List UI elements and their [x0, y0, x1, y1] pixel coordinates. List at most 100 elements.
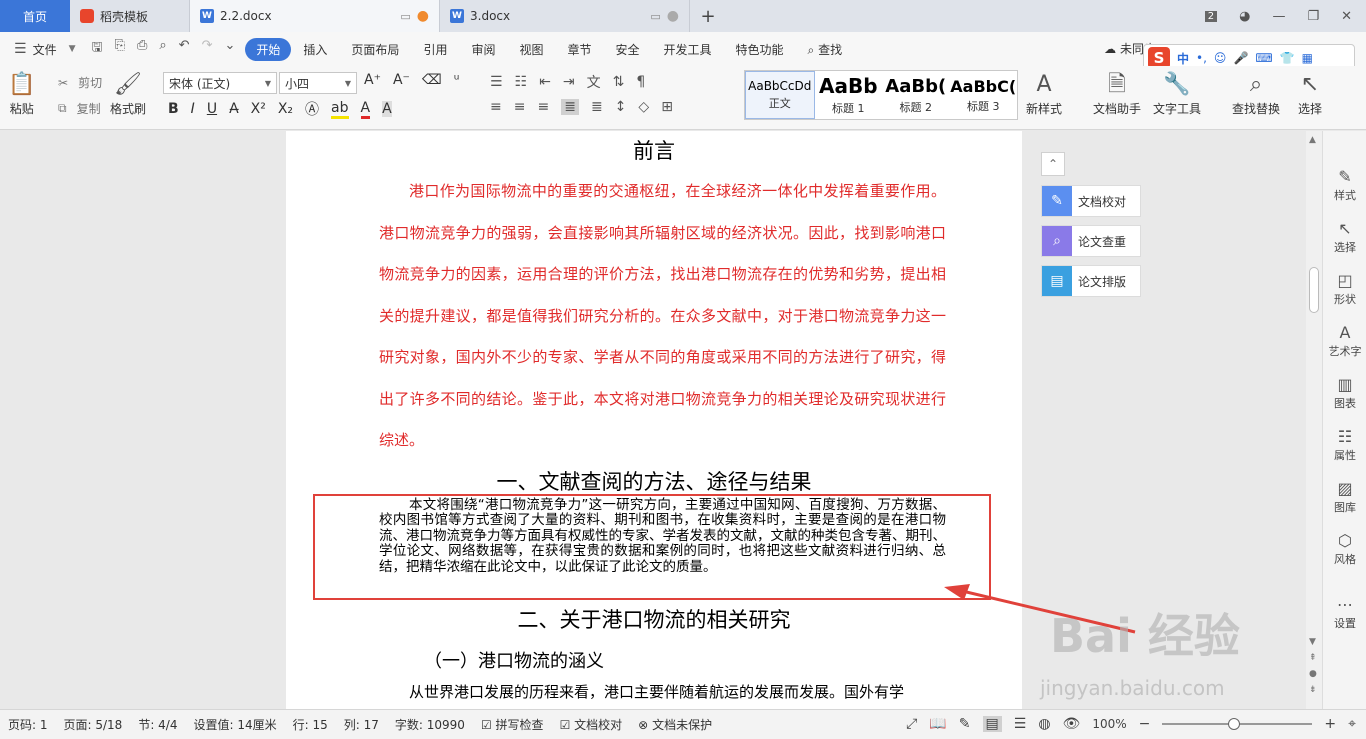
minimize-icon[interactable]: — [1272, 9, 1285, 24]
pen-icon[interactable]: ✎ [959, 716, 971, 732]
zoom-in-icon[interactable]: + [1324, 716, 1336, 732]
protect-status[interactable]: ⊗ 文档未保护 [630, 716, 720, 733]
page-view-icon[interactable]: ▤ [982, 716, 1002, 732]
zoom-slider[interactable] [1162, 718, 1313, 730]
paper-check-button[interactable]: ⌕ 论文查重 [1041, 225, 1141, 257]
font-color-icon[interactable]: A [360, 100, 371, 119]
doc-proofread-status-button[interactable]: ☑ 文档校对 [552, 716, 631, 733]
next-page-icon[interactable]: ⇟ [1309, 685, 1317, 695]
font-name-select[interactable]: 宋体 (正文) ▼ [163, 72, 277, 94]
font-size-select[interactable]: 小四 ▼ [279, 72, 357, 94]
tool-gallery[interactable]: ▨ 图库 [1323, 479, 1366, 515]
align-right-icon[interactable]: ≡ [537, 99, 549, 115]
undo-icon[interactable]: ↶ [179, 38, 190, 60]
skin-icon[interactable]: 👕 [1280, 51, 1295, 65]
highlight-icon[interactable]: ab [331, 100, 349, 119]
style-normal[interactable]: AaBbCcDd 正文 [745, 71, 815, 119]
status-word-count[interactable]: 字数: 10990 [387, 716, 473, 733]
doc-assistant-button[interactable]: 🗎 文档助手 [1093, 70, 1141, 117]
text-tools-button[interactable]: 🔧 文字工具 [1153, 70, 1201, 117]
underline-icon[interactable]: U [207, 101, 217, 117]
zoom-out-icon[interactable]: − [1139, 716, 1151, 732]
sort-icon[interactable]: ⇅ [613, 74, 625, 90]
distribute-icon[interactable]: ≣ [591, 99, 603, 115]
doc-proofread-button[interactable]: ✎ 文档校对 [1041, 185, 1141, 217]
tool-theme[interactable]: ⬡ 风格 [1323, 531, 1366, 567]
tool-select[interactable]: ↖ 选择 [1323, 219, 1366, 255]
tool-properties[interactable]: ☷ 属性 [1323, 427, 1366, 463]
prev-page-icon[interactable]: ⇞ [1309, 653, 1317, 663]
select-button[interactable]: ↖ 选择 [1298, 70, 1322, 117]
clear-format-icon[interactable]: ⌫ [422, 72, 442, 88]
scroll-up-icon[interactable]: ▲ [1309, 135, 1316, 145]
tab-home[interactable]: 首页 [0, 0, 70, 32]
menu-references[interactable]: 引用 [411, 41, 459, 58]
align-center-icon[interactable]: ≡ [514, 99, 526, 115]
fullscreen-icon[interactable]: ⤢ [906, 716, 917, 732]
ime-punct[interactable]: •, [1196, 51, 1207, 65]
char-shading-icon[interactable]: A [382, 101, 392, 117]
tool-shape[interactable]: ◰ 形状 [1323, 271, 1366, 307]
close-icon[interactable]: ✕ [1341, 9, 1352, 24]
menu-features[interactable]: 特色功能 [724, 41, 796, 58]
fit-width-icon[interactable]: ⌖ [1348, 716, 1356, 732]
menu-security[interactable]: 安全 [604, 41, 652, 58]
new-tab-button[interactable]: + [690, 0, 726, 32]
screen-icon[interactable]: ▭ [400, 10, 410, 23]
avatar[interactable]: ◕ [1239, 9, 1250, 24]
spell-check-button[interactable]: ☑ 拼写检查 [473, 716, 552, 733]
body-paragraph[interactable]: 从世界港口发展的历程来看，港口主要伴随着航运的发展而发展。国外有学 [379, 681, 946, 702]
toolbox-icon[interactable]: ▦ [1302, 51, 1313, 65]
border-icon[interactable]: ⊞ [661, 99, 673, 115]
style-heading-2[interactable]: AaBb( 标题 2 [882, 71, 950, 119]
tab-doc-2-2[interactable]: W 2.2.docx ▭ ● [190, 0, 440, 32]
chevron-down-icon[interactable]: ▼ [69, 44, 76, 54]
status-section[interactable]: 节: 4/4 [130, 716, 185, 733]
status-page[interactable]: 页面: 5/18 [56, 716, 131, 733]
bullet-list-icon[interactable]: ☰ [490, 74, 503, 90]
keyboard-icon[interactable]: ⌨ [1255, 51, 1272, 65]
number-list-icon[interactable]: ☷ [515, 74, 528, 90]
hamburger-icon[interactable]: ☰ [14, 41, 27, 57]
scroll-thumb[interactable] [1309, 267, 1319, 313]
collapse-panel-button[interactable]: ⌃ [1041, 152, 1065, 176]
tab-dot-icon[interactable]: ● [667, 8, 679, 24]
vertical-scrollbar[interactable]: ▲ ▼ ⇞ ● ⇟ [1306, 131, 1322, 709]
italic-icon[interactable]: I [191, 101, 195, 117]
select-browse-icon[interactable]: ● [1309, 669, 1317, 679]
status-setting[interactable]: 设置值: 14厘米 [185, 716, 284, 733]
tool-settings[interactable]: ⋯ 设置 [1323, 595, 1366, 631]
menu-insert[interactable]: 插入 [291, 41, 339, 58]
line-spacing-icon[interactable]: ↕ [615, 99, 627, 115]
redo-icon[interactable]: ↷ [202, 38, 213, 60]
menu-review[interactable]: 审阅 [459, 41, 507, 58]
emoji-icon[interactable]: ☺ [1214, 51, 1227, 65]
superscript-icon[interactable]: X² [251, 101, 266, 117]
restore-icon[interactable]: ❐ [1307, 9, 1319, 24]
zoom-knob[interactable] [1228, 718, 1241, 730]
justify-icon[interactable]: ≣ [561, 99, 579, 115]
save-icon[interactable]: 🖫 [92, 38, 103, 60]
grow-font-icon[interactable]: A⁺ [364, 72, 381, 88]
tab-doc-3[interactable]: W 3.docx ▭ ● [440, 0, 690, 32]
phonetic-icon[interactable]: ᵘ [454, 72, 460, 88]
menu-chapter[interactable]: 章节 [555, 41, 603, 58]
unsaved-dot-icon[interactable]: ● [417, 8, 429, 24]
outline-view-icon[interactable]: ☰ [1014, 716, 1027, 732]
style-heading-1[interactable]: AaBb 标题 1 [815, 71, 883, 119]
cut-button[interactable]: ✂ 剪切 [58, 74, 102, 91]
zoom-level[interactable]: 100% [1092, 717, 1126, 731]
strikethrough-icon[interactable]: A̶ [229, 101, 239, 117]
menu-view[interactable]: 视图 [507, 41, 555, 58]
ime-lang[interactable]: 中 [1177, 50, 1189, 67]
scroll-down-icon[interactable]: ▼ [1309, 637, 1316, 647]
shading-icon[interactable]: ◇ [638, 99, 649, 115]
increase-indent-icon[interactable]: ⇥ [563, 74, 575, 90]
shrink-font-icon[interactable]: A⁻ [393, 72, 410, 88]
copy-button[interactable]: ⧉ 复制 [58, 100, 101, 117]
status-col[interactable]: 列: 17 [336, 716, 387, 733]
reading-view-icon[interactable]: 📖 [929, 716, 946, 732]
menu-page-layout[interactable]: 页面布局 [339, 41, 411, 58]
window-count-badge[interactable]: 2 [1204, 10, 1218, 22]
customize-icon[interactable]: ⌄ [224, 38, 235, 60]
